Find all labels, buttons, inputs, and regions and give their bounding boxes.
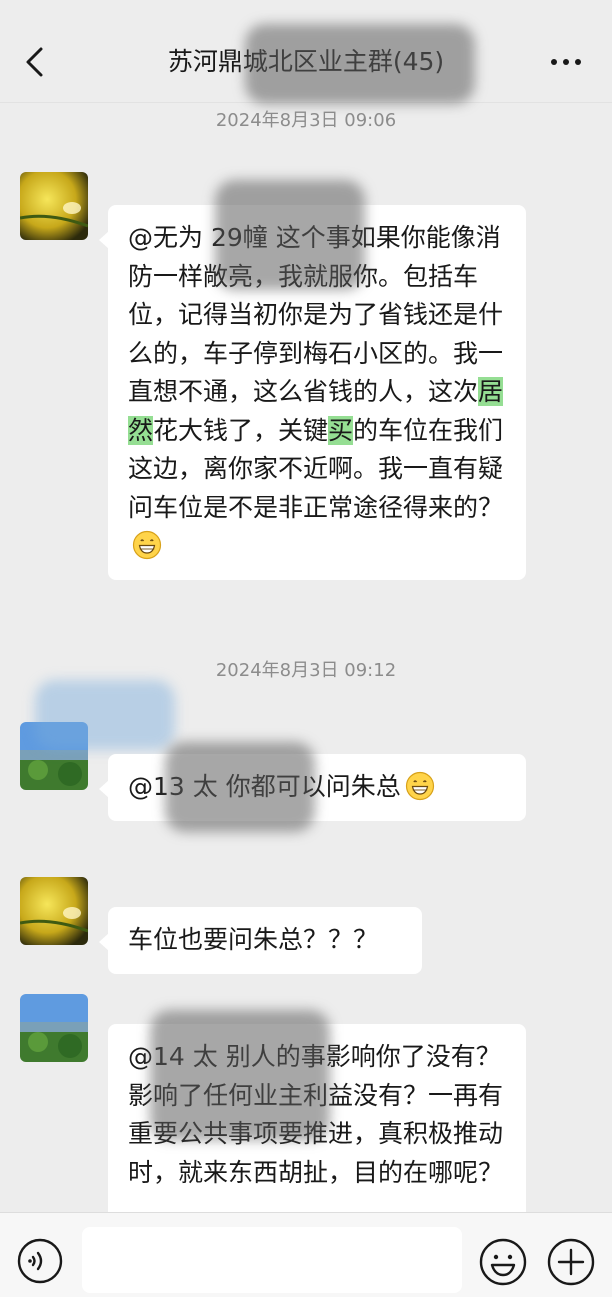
highlighted-text: 买 bbox=[328, 415, 354, 445]
avatar-image bbox=[20, 172, 88, 240]
redaction-blur bbox=[35, 680, 175, 750]
grin-emoji-icon bbox=[132, 530, 162, 560]
voice-icon bbox=[17, 1238, 63, 1284]
message-timestamp: 2024年8月3日 09:12 bbox=[215, 660, 397, 681]
more-options-button[interactable] bbox=[546, 48, 586, 76]
avatar[interactable] bbox=[20, 994, 88, 1062]
message-bubble[interactable]: 车位也要问朱总？？？ bbox=[99, 907, 422, 974]
emoji-button[interactable] bbox=[478, 1237, 528, 1287]
redaction-blur bbox=[215, 180, 365, 290]
avatar[interactable] bbox=[20, 172, 88, 240]
more-dots-icon bbox=[551, 59, 581, 65]
smiley-icon bbox=[479, 1238, 527, 1286]
redaction-blur bbox=[165, 742, 315, 832]
message-timestamp: 2024年8月3日 09:06 bbox=[215, 110, 397, 131]
chat-header: 苏河鼎城北区业主群(45) bbox=[0, 20, 612, 104]
more-functions-button[interactable] bbox=[546, 1237, 596, 1287]
avatar-image bbox=[20, 877, 88, 945]
avatar[interactable] bbox=[20, 877, 88, 945]
status-bar bbox=[0, 0, 612, 20]
message-text: 花大钱了，关键 bbox=[153, 415, 329, 445]
redaction-blur bbox=[150, 1010, 330, 1140]
plus-icon bbox=[547, 1238, 595, 1286]
message-text: 车位也要问朱总？？？ bbox=[128, 925, 379, 954]
message-input[interactable] bbox=[82, 1227, 462, 1293]
redaction-blur bbox=[245, 24, 475, 104]
voice-input-button[interactable] bbox=[16, 1237, 64, 1285]
chat-input-bar bbox=[0, 1212, 612, 1297]
avatar-image bbox=[20, 994, 88, 1062]
grin-emoji-icon bbox=[405, 771, 434, 801]
